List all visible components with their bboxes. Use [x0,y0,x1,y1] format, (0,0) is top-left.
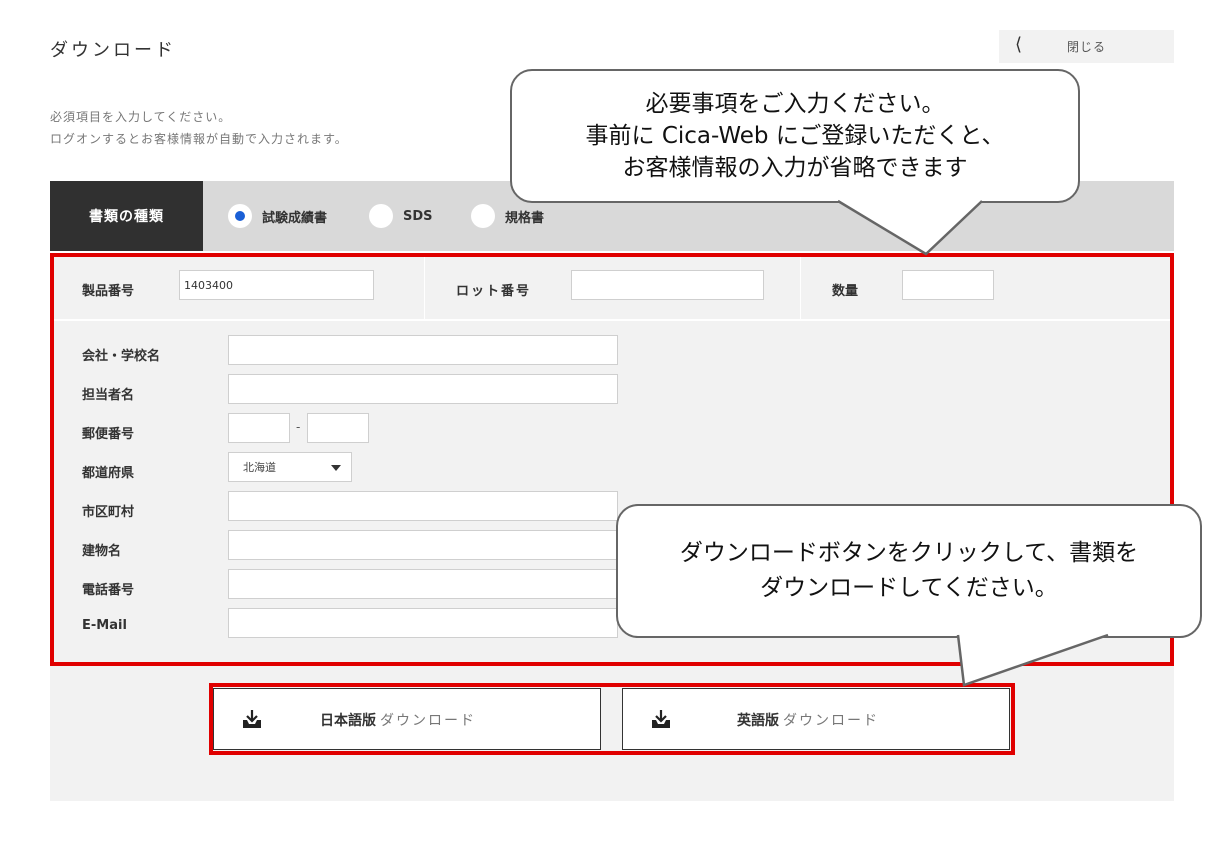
radio-test-report[interactable]: 試験成績書 [228,204,327,228]
radio-selected-icon [228,204,252,228]
callout-line: 事前に Cica-Web にご登録いただくと、 [585,123,1005,149]
download-japanese-label: 日本語版 ダウンロード [320,710,476,730]
close-label: 閉じる [1067,40,1107,54]
callout-line: ダウンロードボタンをクリックして、書類を [679,540,1139,566]
radio-sds[interactable]: SDS [369,204,433,228]
download-tray-icon [652,710,670,728]
city-input[interactable] [228,491,618,521]
quantity-label: 数量 [832,284,859,299]
intro-line-2: ログオンするとお客様情報が自動で入力されます。 [50,132,348,146]
chevron-left-icon: ⟨ [1015,34,1023,55]
download-lang: 日本語版 [320,713,376,729]
product-row: 製品番号 1403400 ロット番号 数量 [54,257,1170,319]
product-no-label: 製品番号 [82,284,135,299]
intro-text: 必須項目を入力してください。 ログオンするとお客様情報が自動で入力されます。 [50,106,348,150]
callout-input-instructions: 必要事項をご入力ください。 事前に Cica-Web にご登録いただくと、 お客… [510,69,1080,203]
radio-spec-sheet[interactable]: 規格書 [471,204,544,228]
postal-input-1[interactable] [228,413,290,443]
callout-download-instructions: ダウンロードボタンをクリックして、書類を ダウンロードしてください。 [616,504,1202,638]
divider [54,319,1170,321]
radio-label: SDS [403,208,433,224]
building-input[interactable] [228,530,618,560]
lot-no-input[interactable] [571,270,764,300]
callout-pointer [956,633,1109,687]
radio-label: 試験成績書 [262,210,328,226]
city-label: 市区町村 [82,505,135,520]
postal-label: 郵便番号 [82,427,135,442]
company-input[interactable] [228,335,618,365]
divider [424,257,425,319]
email-label: E-Mail [82,618,127,633]
download-english-label: 英語版 ダウンロード [737,710,879,730]
prefecture-label: 都道府県 [82,466,135,481]
company-label: 会社・学校名 [82,349,161,364]
download-english-button[interactable]: 英語版 ダウンロード [622,688,1010,750]
phone-input[interactable] [228,569,618,599]
callout-line: ダウンロードしてください。 [760,575,1058,601]
postal-input-2[interactable] [307,413,369,443]
download-tray-icon [243,710,261,728]
doc-type-label: 書類の種類 [50,181,203,251]
person-label: 担当者名 [82,388,135,403]
radio-label: 規格書 [505,210,545,226]
prefecture-value: 北海道 [243,461,276,474]
callout-line: お客様情報の入力が省略できます [622,155,968,181]
page-title: ダウンロード [50,40,176,61]
divider [800,257,801,319]
email-input[interactable] [228,608,618,638]
callout-line: 必要事項をご入力ください。 [645,91,945,117]
prefecture-select[interactable]: 北海道 [228,452,352,482]
quantity-input[interactable] [902,270,994,300]
radio-unselected-icon [471,204,495,228]
radio-unselected-icon [369,204,393,228]
building-label: 建物名 [82,544,122,559]
download-lang: 英語版 [737,713,779,729]
lot-no-label: ロット番号 [456,284,532,299]
close-button[interactable]: ⟨ 閉じる [999,30,1174,63]
postal-separator: - [296,420,301,434]
intro-line-1: 必須項目を入力してください。 [50,110,232,124]
phone-label: 電話番号 [82,583,135,598]
callout-pointer [837,199,983,256]
download-action: ダウンロード [783,713,879,729]
product-no-input[interactable]: 1403400 [179,270,374,300]
download-action: ダウンロード [380,713,476,729]
download-japanese-button[interactable]: 日本語版 ダウンロード [213,688,601,750]
person-input[interactable] [228,374,618,404]
caret-down-icon [331,465,341,471]
